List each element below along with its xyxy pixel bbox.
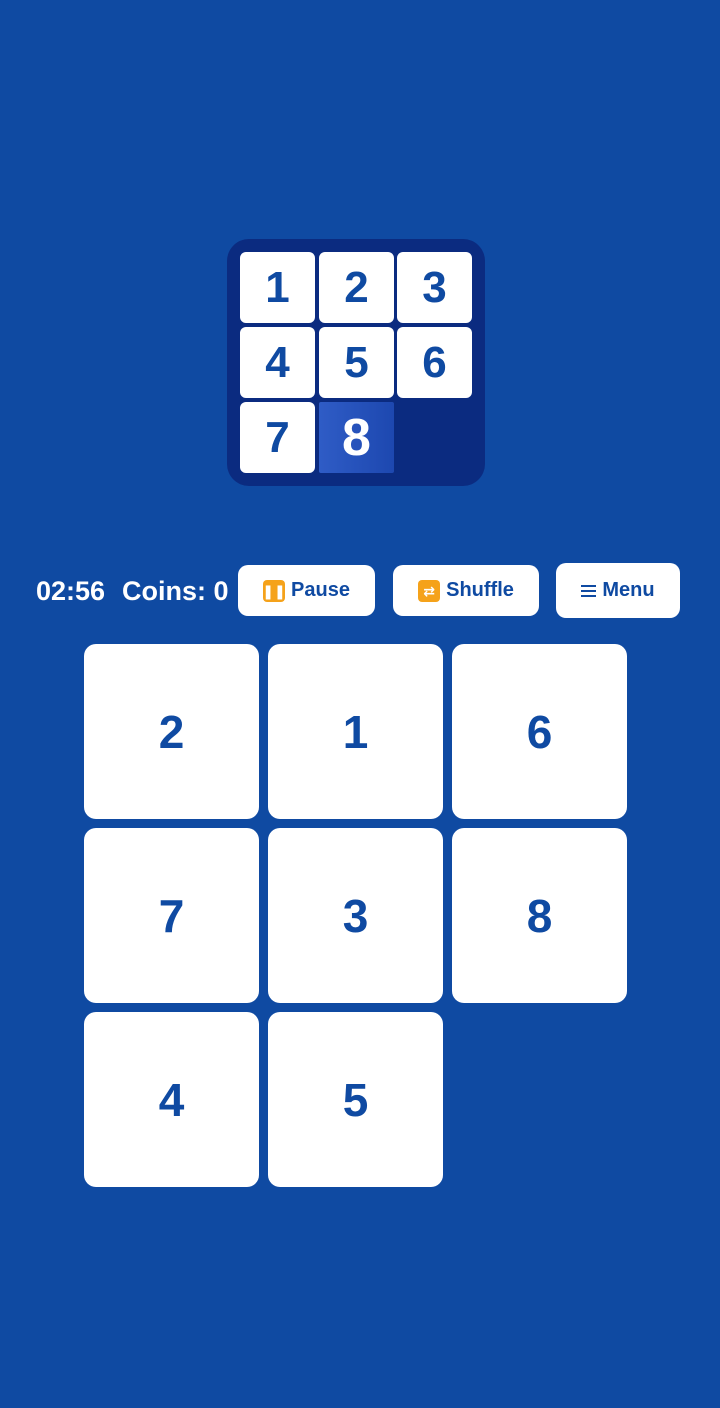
goal-tile: 7 xyxy=(240,402,315,473)
goal-tile: 1 xyxy=(240,252,315,323)
goal-tile: 5 xyxy=(319,327,394,398)
timer: 02:56 xyxy=(36,576,106,606)
goal-preview: 1 2 3 4 5 6 7 8 xyxy=(227,239,485,486)
shuffle-icon: ⇄ xyxy=(418,579,441,602)
shuffle-label: Shuffle xyxy=(446,579,514,601)
puzzle-tile[interactable]: 5 xyxy=(268,1012,443,1187)
pause-button[interactable]: ❚❚ Pause xyxy=(238,565,375,616)
puzzle-tile[interactable]: 7 xyxy=(84,828,259,1003)
puzzle-tile[interactable]: 2 xyxy=(84,644,259,819)
puzzle-tile[interactable]: 8 xyxy=(452,828,627,1003)
menu-button[interactable]: Menu xyxy=(556,563,680,618)
puzzle-tile[interactable]: 6 xyxy=(452,644,627,819)
puzzle-tile[interactable]: 3 xyxy=(268,828,443,1003)
pause-icon: ❚❚ xyxy=(262,579,286,602)
goal-tile: 2 xyxy=(319,252,394,323)
puzzle-screen: 1 2 3 4 5 6 7 8 02:56 Coins: 0 ❚❚ Pause … xyxy=(0,0,720,1408)
hamburger-menu-icon xyxy=(581,584,597,598)
goal-tile: 4 xyxy=(240,327,315,398)
shuffle-button[interactable]: ⇄ Shuffle xyxy=(393,565,539,616)
puzzle-tile[interactable]: 4 xyxy=(84,1012,259,1187)
goal-tile: 3 xyxy=(397,252,472,323)
puzzle-tile[interactable]: 1 xyxy=(268,644,443,819)
coins-counter: Coins: 0 xyxy=(122,576,229,606)
menu-label: Menu xyxy=(602,579,655,601)
pause-label: Pause xyxy=(291,579,350,601)
goal-tile-highlighted: 8 xyxy=(319,402,394,473)
goal-tile: 6 xyxy=(397,327,472,398)
